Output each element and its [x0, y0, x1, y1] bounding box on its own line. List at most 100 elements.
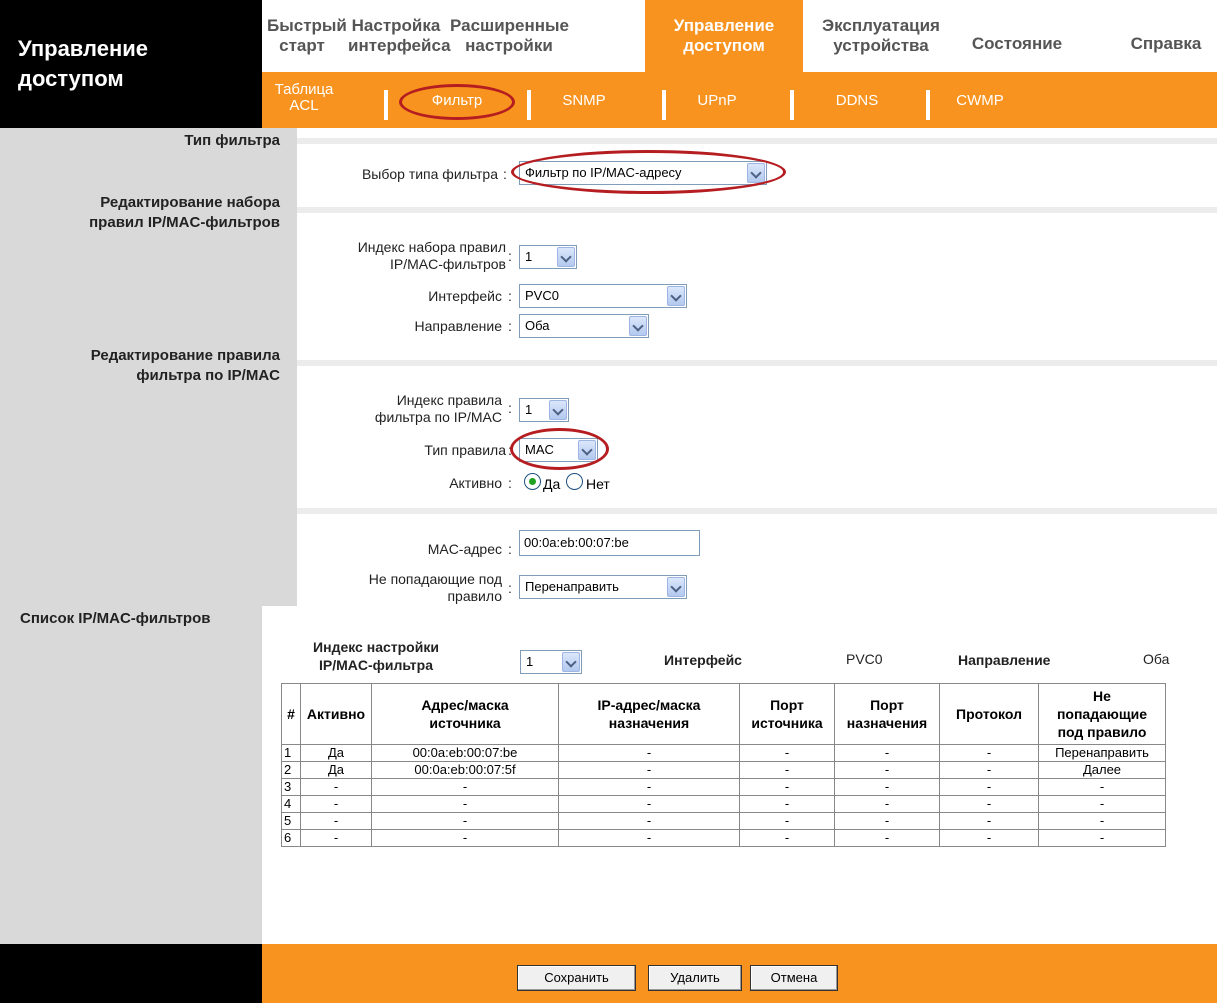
mac-address-input[interactable]: 00:0a:eb:00:07:be [519, 530, 700, 556]
section-rule-edit: Редактирование правила фильтра по IP/MAC [90, 347, 280, 384]
table-cell: - [1038, 778, 1166, 796]
table-cell: - [739, 829, 835, 847]
table-cell: - [834, 795, 940, 813]
col-header: Протокол [939, 683, 1039, 745]
table-cell: - [558, 812, 740, 830]
table-cell: 5 [281, 812, 301, 830]
table-cell: - [739, 795, 835, 813]
table-cell: - [939, 778, 1039, 796]
active-yes-radio[interactable] [524, 473, 541, 490]
table-cell: - [834, 778, 940, 796]
ruleset-index-select[interactable]: 1 [519, 245, 577, 269]
direction-value: Оба [525, 318, 550, 333]
rule-type-select[interactable]: MAC [519, 438, 598, 462]
col-header: IP-адрес/маска назначения [558, 683, 740, 745]
table-row: 6------- [281, 829, 1166, 847]
footer-left [0, 944, 262, 1003]
direction-select[interactable]: Оба [519, 314, 649, 338]
col-header: Адрес/маска источника [371, 683, 559, 745]
section-filter-type: Тип фильтра [184, 132, 280, 149]
table-cell: 2 [281, 761, 301, 779]
filter-type-value: Фильтр по IP/MAC-адресу [525, 165, 682, 180]
delete-button[interactable]: Удалить [648, 965, 742, 991]
table-cell: - [558, 761, 740, 779]
table-cell: Да [300, 761, 372, 779]
table-cell: - [739, 812, 835, 830]
table-cell: - [371, 778, 559, 796]
filter-type-select[interactable]: Фильтр по IP/MAC-адресу [519, 161, 767, 185]
subtab-cwmp[interactable]: CWMP [950, 93, 1010, 109]
subtab-ddns[interactable]: DDNS [827, 93, 887, 109]
cancel-button[interactable]: Отмена [750, 965, 838, 991]
table-cell: 00:0a:eb:00:07:5f [371, 761, 559, 779]
top-nav: Быстрый старт Настройка интерфейса Расши… [262, 0, 1217, 72]
col-header: Порт источника [739, 683, 835, 745]
tab-quick-start[interactable]: Быстрый старт [267, 16, 347, 56]
interface-value: PVC0 [525, 288, 559, 303]
filter-table: # Активно Адрес/маска источника IP-адрес… [281, 683, 1166, 847]
colon: : [508, 541, 512, 557]
interface-select[interactable]: PVC0 [519, 284, 687, 308]
tab-interface-setup[interactable]: Настройка интерфейса [348, 16, 451, 56]
divider [297, 138, 1217, 144]
table-cell: Перенаправить [1038, 744, 1166, 762]
filter-type-label: Выбор типа фильтра [361, 166, 498, 182]
table-cell: - [558, 829, 740, 847]
section-ruleset-edit: Редактирование набора правил IP/MAC-филь… [89, 194, 280, 231]
table-cell: - [939, 829, 1039, 847]
summary-index-value: 1 [526, 654, 534, 669]
table-cell: - [558, 744, 740, 762]
table-cell: - [939, 744, 1039, 762]
table-cell: - [300, 795, 372, 813]
table-cell: - [739, 778, 835, 796]
subtab-snmp[interactable]: SNMP [554, 93, 614, 109]
rule-index-label: Индекс правила фильтра по IP/MAC [374, 392, 502, 425]
active-no-label: Нет [586, 476, 610, 492]
colon: : [508, 475, 512, 491]
table-cell: - [300, 812, 372, 830]
chevron-down-icon [629, 316, 647, 336]
unmatched-value: Перенаправить [525, 579, 619, 594]
tab-advanced-setup[interactable]: Расширенные настройки [450, 16, 569, 56]
ruleset-index-value: 1 [525, 249, 533, 264]
table-cell: - [558, 778, 740, 796]
page-title: Управление доступом [18, 36, 149, 91]
tab-maintenance[interactable]: Эксплуатация устройства [814, 16, 948, 56]
active-no-radio[interactable] [566, 473, 583, 490]
divider [297, 360, 1217, 366]
chevron-down-icon [557, 247, 575, 267]
summary-interface-value: PVC0 [846, 651, 883, 667]
table-cell: 1 [281, 744, 301, 762]
table-row: 4------- [281, 795, 1166, 813]
table-cell: - [834, 761, 940, 779]
subtab-upnp[interactable]: UPnP [687, 93, 747, 109]
table-cell: - [371, 795, 559, 813]
divider [662, 90, 666, 120]
tab-access-management[interactable]: Управление доступом [645, 0, 803, 72]
chevron-down-icon [747, 163, 765, 183]
colon: : [508, 442, 512, 458]
divider [297, 508, 1217, 514]
tab-help[interactable]: Справка [1120, 34, 1212, 54]
table-cell: - [371, 829, 559, 847]
table-row: 1 Да 00:0a:eb:00:07:be - - - - Перенаправить [281, 744, 1166, 762]
save-button[interactable]: Сохранить [517, 965, 636, 991]
subtab-acl[interactable]: Таблица ACL [274, 82, 334, 114]
rule-index-select[interactable]: 1 [519, 398, 569, 422]
table-cell: 00:0a:eb:00:07:be [371, 744, 559, 762]
table-header-row: # Активно Адрес/маска источника IP-адрес… [281, 683, 1166, 745]
unmatched-select[interactable]: Перенаправить [519, 575, 687, 599]
summary-direction-label: Направление [958, 652, 1051, 668]
table-row: 5------- [281, 812, 1166, 830]
colon: : [508, 400, 512, 416]
colon: : [508, 248, 512, 264]
summary-index-select[interactable]: 1 [520, 650, 582, 674]
table-cell: - [558, 795, 740, 813]
mac-label: MAC-адрес [427, 541, 502, 557]
rule-index-value: 1 [525, 402, 533, 417]
table-cell: - [834, 744, 940, 762]
col-header: Активно [300, 683, 372, 745]
sub-nav: Таблица ACL Фильтр SNMP UPnP DDNS CWMP [262, 72, 1217, 128]
table-cell: - [1038, 829, 1166, 847]
tab-status[interactable]: Состояние [962, 34, 1072, 54]
